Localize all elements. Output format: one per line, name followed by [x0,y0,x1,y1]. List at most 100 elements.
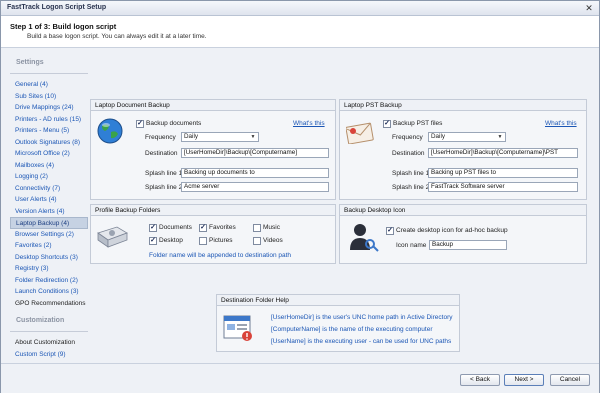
sidebar-item-printers-menu[interactable]: Printers - Menu (5) [10,125,88,137]
destination-help-panel: Destination Folder Help [UserHomeDir] is… [216,294,460,352]
frequency-select[interactable]: Daily ▼ [428,132,506,142]
sidebar-item-launch-conditions[interactable]: Launch Conditions (3) [10,286,88,298]
sidebar-item-mailboxes[interactable]: Mailboxes (4) [10,160,88,172]
divider [10,331,88,332]
profile-folders-title: Profile Backup Folders [91,205,335,216]
music-checkbox[interactable] [253,224,261,232]
favorites-label: Favorites [209,224,236,231]
help-line-userhomedir: [UserHomeDir] is the user's UNC home pat… [271,314,453,321]
splash-line-2-field[interactable]: FastTrack Software server [428,182,578,192]
step-title: Step 1 of 3: Build logon script [10,22,117,31]
sidebar-item-gpo-recommendations[interactable]: GPO Recommendations [10,298,88,310]
sidebar-item-browser-settings[interactable]: Browser Settings (2) [10,229,88,241]
hard-drive-icon [97,226,128,248]
sidebar-item-logging[interactable]: Logging (2) [10,171,88,183]
sidebar-item-registry[interactable]: Registry (3) [10,263,88,275]
frequency-value: Daily [184,133,198,140]
sidebar-item-version-alerts[interactable]: Version Alerts (4) [10,206,88,218]
splash-line-1-label: Splash line 1 [145,170,183,177]
footer-bar: < Back Next > Cancel [1,363,599,393]
sidebar-item-favorites[interactable]: Favorites (2) [10,240,88,252]
frequency-label: Frequency [392,134,423,141]
splash-line-1-field[interactable]: Backing up documents to [181,168,329,178]
sidebar-item-printers-ad-rules[interactable]: Printers - AD rules (15) [10,114,88,126]
globe-icon [97,118,123,144]
sidebar-item-desktop-shortcuts[interactable]: Desktop Shortcuts (3) [10,252,88,264]
sidebar-item-connectivity[interactable]: Connectivity (7) [10,183,88,195]
destination-label: Destination [392,150,425,157]
whats-this-link[interactable]: What's this [545,120,577,127]
folder-name-note: Folder name will be appended to destinat… [149,252,292,259]
envelope-icon [346,122,374,144]
videos-checkbox[interactable] [253,237,261,245]
documents-checkbox[interactable]: ✓ [149,224,157,232]
frequency-select[interactable]: Daily ▼ [181,132,259,142]
splash-line-1-label: Splash line 1 [392,170,430,177]
desktop-icon-title: Backup Desktop Icon [340,205,586,216]
sidebar-item-laptop-backup[interactable]: Laptop Backup (4) [10,217,88,229]
back-button[interactable]: < Back [460,374,500,386]
splash-line-2-label: Splash line 2 [392,184,430,191]
sidebar-item-drive-mappings[interactable]: Drive Mappings (24) [10,102,88,114]
whats-this-link[interactable]: What's this [293,120,325,127]
chevron-down-icon: ▼ [497,134,503,140]
splash-line-1-field[interactable]: Backing up PST files to [428,168,578,178]
icon-name-field[interactable]: Backup [429,240,507,250]
desktop-icon-panel: Backup Desktop Icon ✓ Create desktop ico… [339,204,587,264]
documents-label: Documents [159,224,192,231]
step-description: Build a base logon script. You can alway… [27,33,207,40]
help-window-icon [223,315,252,341]
splash-line-2-field[interactable]: Acme server [181,182,329,192]
sidebar-item-about-customization[interactable]: About Customization [10,337,88,349]
cancel-button[interactable]: Cancel [550,374,590,386]
next-button[interactable]: Next > [504,374,544,386]
create-desktop-icon-label: Create desktop icon for ad-hoc backup [396,227,508,234]
customization-section-label: Customization [16,317,65,324]
sidebar-item-outlook-signatures[interactable]: Outlook Signatures (8) [10,137,88,149]
sidebar-item-sub-sites[interactable]: Sub Sites (10) [10,91,88,103]
destination-label: Destination [145,150,178,157]
create-desktop-icon-checkbox[interactable]: ✓ [386,227,394,235]
step-header: Step 1 of 3: Build logon script Build a … [1,16,599,48]
sidebar-item-folder-redirection[interactable]: Folder Redirection (2) [10,275,88,287]
sidebar-item-user-alerts[interactable]: User Alerts (4) [10,194,88,206]
settings-sidebar: Settings General (4) Sub Sites (10) Driv… [10,59,88,359]
chevron-down-icon: ▼ [250,134,256,140]
setup-window: FastTrack Logon Script Setup ✕ Step 1 of… [0,0,600,393]
pictures-checkbox[interactable] [199,237,207,245]
backup-pst-checkbox[interactable]: ✓ [383,120,391,128]
destination-field[interactable]: [UserHomeDir]\Backup\[Computername] [181,148,329,158]
frequency-value: Daily [431,133,445,140]
title-bar: FastTrack Logon Script Setup ✕ [1,1,599,16]
desktop-label: Desktop [159,237,183,244]
settings-section-label: Settings [16,59,44,66]
doc-backup-panel: Laptop Document Backup ✓ Backup document… [90,99,336,200]
divider [10,73,88,74]
help-line-computername: [ComputerName] is the name of the execut… [271,326,433,333]
backup-documents-checkbox[interactable]: ✓ [136,120,144,128]
profile-folders-panel: Profile Backup Folders ✓ Documents ✓ Fav… [90,204,336,264]
favorites-checkbox[interactable]: ✓ [199,224,207,232]
help-line-username: [UserName] is the executing user - can b… [271,338,452,345]
music-label: Music [263,224,280,231]
sidebar-item-general[interactable]: General (4) [10,79,88,91]
backup-documents-label: Backup documents [146,120,202,127]
frequency-label: Frequency [145,134,176,141]
backup-pst-label: Backup PST files [393,120,443,127]
doc-backup-title: Laptop Document Backup [91,100,335,111]
sidebar-item-custom-script[interactable]: Custom Script (9) [10,349,88,361]
window-title: FastTrack Logon Script Setup [7,4,107,11]
pst-backup-panel: Laptop PST Backup ✓ Backup PST files Wha… [339,99,587,200]
desktop-checkbox[interactable]: ✓ [149,237,157,245]
destination-field[interactable]: [UserHomeDir]\Backup\[Computername]\PST [428,148,578,158]
splash-line-2-label: Splash line 2 [145,184,183,191]
pst-backup-title: Laptop PST Backup [340,100,586,111]
pictures-label: Pictures [209,237,233,244]
close-icon[interactable]: ✕ [582,3,596,14]
videos-label: Videos [263,237,283,244]
sidebar-item-microsoft-office[interactable]: Microsoft Office (2) [10,148,88,160]
destination-help-title: Destination Folder Help [217,295,459,306]
user-key-icon [350,224,379,252]
icon-name-label: Icon name [396,242,427,249]
